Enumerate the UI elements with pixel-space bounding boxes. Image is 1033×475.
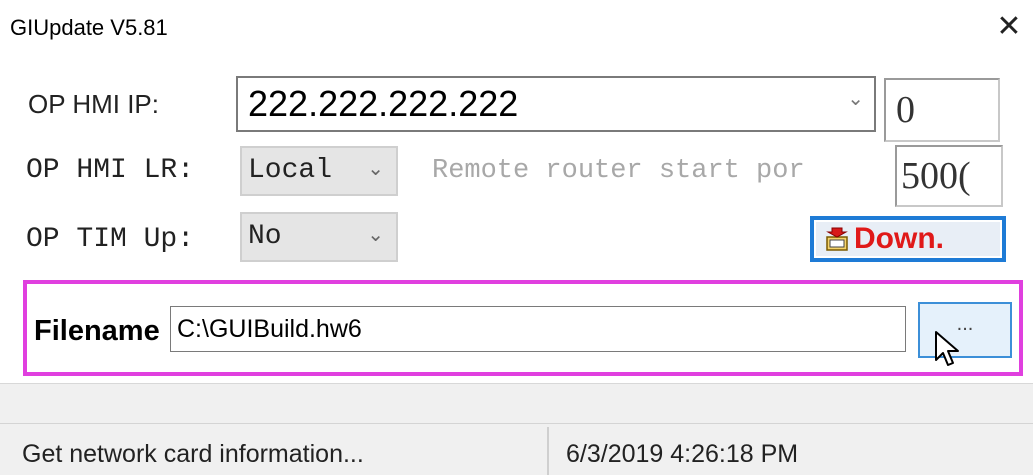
mouse-cursor-icon <box>935 331 959 366</box>
lr-label: OP HMI LR: <box>26 155 195 186</box>
ip-index-field[interactable]: 0 <box>884 78 1000 142</box>
ip-label: OP HMI IP: <box>28 89 159 119</box>
chevron-down-icon[interactable]: ⌄ <box>367 222 384 247</box>
remote-port-field[interactable]: 500( <box>895 145 1003 207</box>
lr-combobox[interactable]: Local ⌄ <box>240 146 398 196</box>
status-message: Get network card information... <box>22 440 364 468</box>
remote-port-label: Remote router start por <box>432 156 805 186</box>
filename-label: Filename <box>34 315 160 347</box>
chevron-down-icon[interactable]: ⌄ <box>847 86 864 111</box>
status-datetime: 6/3/2019 4:26:18 PM <box>566 440 799 468</box>
tim-value: No <box>248 221 282 252</box>
chevron-down-icon[interactable]: ⌄ <box>367 156 384 181</box>
download-icon <box>826 227 848 251</box>
filename-input[interactable]: C:\GUIBuild.hw6 <box>170 306 906 352</box>
ip-combobox[interactable]: 222.222.222.222 ⌄ <box>236 76 876 132</box>
lr-value: Local <box>248 155 333 186</box>
window-title: GIUpdate V5.81 <box>10 15 168 40</box>
download-label: Down. <box>854 222 944 255</box>
status-divider <box>547 427 549 475</box>
tim-label: OP TIM Up: <box>26 224 195 255</box>
ip-value: 222.222.222.222 <box>248 83 519 124</box>
download-button[interactable]: Down. <box>810 216 1006 262</box>
browse-button[interactable]: ... <box>918 302 1012 358</box>
tim-combobox[interactable]: No ⌄ <box>240 212 398 262</box>
close-button[interactable]: ✕ <box>992 10 1026 44</box>
toolbar-strip <box>0 383 1033 423</box>
